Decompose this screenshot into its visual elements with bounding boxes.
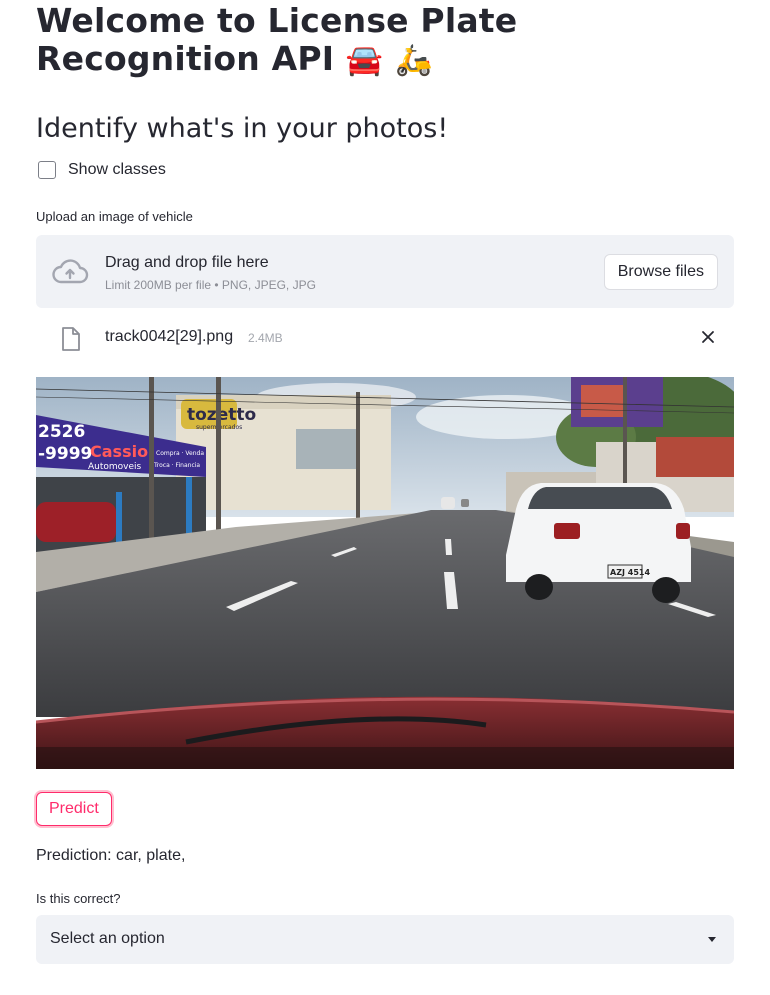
feedback-question: Is this correct? — [36, 891, 121, 906]
file-icon — [62, 327, 80, 351]
prediction-result: Prediction: car, plate, — [36, 847, 186, 864]
browse-files-button[interactable]: Browse files — [603, 254, 718, 290]
dropzone-instructions: Drag and drop file here — [105, 254, 269, 271]
chevron-down-icon — [708, 937, 716, 942]
dropzone-limit: Limit 200MB per file • PNG, JPEG, JPG — [105, 278, 316, 292]
cassio-sign: Cassio — [90, 442, 148, 461]
show-classes-checkbox-row[interactable]: Show classes — [36, 158, 166, 182]
feedback-select[interactable]: Select an option — [36, 915, 734, 964]
show-classes-label: Show classes — [68, 161, 166, 178]
uploaded-file-row: track0042[29].png 2.4MB — [36, 320, 734, 356]
compra-venda-sign: Compra · Venda — [156, 450, 204, 457]
uploaded-file-size: 2.4MB — [248, 331, 283, 345]
street-scene-image: tozetto supermercados 2526 -9999 Cassio … — [36, 377, 734, 769]
tozetto-sign: tozetto — [187, 405, 256, 425]
close-icon[interactable] — [700, 329, 716, 345]
upload-label: Upload an image of vehicle — [36, 209, 193, 224]
automoveis-sign: Automoveis — [88, 462, 142, 472]
subtitle: Identify what's in your photos! — [36, 113, 449, 144]
file-dropzone[interactable]: Drag and drop file here Limit 200MB per … — [36, 235, 734, 308]
predict-button[interactable]: Predict — [36, 792, 112, 826]
uploaded-file-name: track0042[29].png — [105, 328, 234, 345]
page-title-text: Welcome to License Plate Recognition API — [36, 1, 518, 78]
phone-sign-1: 2526 — [38, 422, 85, 442]
car-emoji: 🚘 — [345, 42, 384, 78]
phone-sign-2: -9999 — [38, 444, 92, 464]
vehicle-photo: tozetto supermercados 2526 -9999 Cassio … — [36, 377, 734, 769]
feedback-select-value: Select an option — [50, 930, 165, 947]
troca-financia-sign: Troca · Financia — [153, 462, 200, 469]
license-plate-text: AZJ 4514 — [610, 568, 650, 577]
show-classes-checkbox[interactable] — [38, 161, 56, 179]
scooter-emoji: 🛵 — [395, 42, 433, 78]
cloud-upload-icon — [52, 259, 89, 284]
page-title: Welcome to License Plate Recognition API… — [36, 2, 734, 80]
